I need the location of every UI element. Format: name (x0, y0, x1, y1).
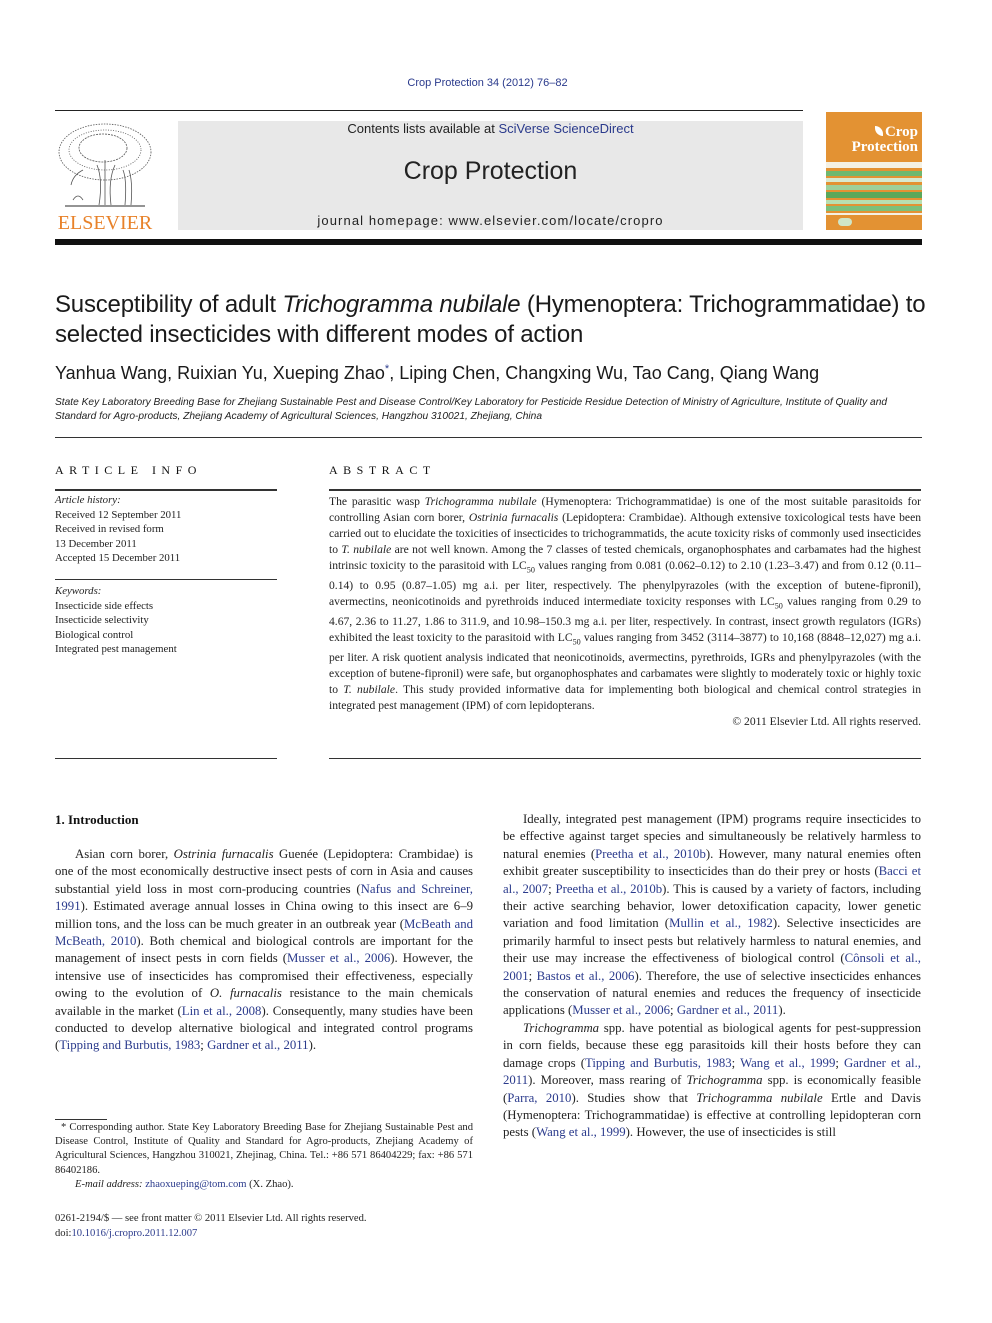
header-rule (55, 110, 803, 111)
abstract-text: The parasitic wasp Trichogramma nubilale… (329, 495, 922, 728)
cover-leaf-icon (874, 126, 883, 136)
article-history: Article history: Received 12 September 2… (55, 493, 277, 566)
author-list: Yanhua Wang, Ruixian Yu, Xueping Zhao*, … (55, 363, 820, 383)
cover-stripe (826, 162, 922, 168)
cover-stripe (826, 178, 922, 182)
citation-link[interactable]: Gardner et al., 2011 (207, 1038, 309, 1052)
doi-line: doi:10.1016/j.cropro.2011.12.007 (55, 1227, 198, 1239)
italic-term: Trichogramma nubilale (696, 1090, 823, 1105)
cover-stripe (826, 200, 922, 204)
keyword-item: Insecticide side effects (55, 599, 154, 612)
journal-name: Crop Protection (403, 157, 578, 185)
cover-stripe (826, 206, 922, 211)
history-item: Received 12 September 2011 (55, 508, 182, 521)
body-column-right: Ideally, integrated pest management (IPM… (503, 811, 921, 1142)
keywords: Keywords: Insecticide side effects Insec… (55, 584, 277, 657)
italic-term: Trichogramma (686, 1073, 763, 1088)
citation-link[interactable]: Tipping and Burbutis, 1983 (585, 1056, 732, 1070)
abstract-copyright: © 2011 Elsevier Ltd. All rights reserved… (732, 714, 921, 728)
citation-link[interactable]: Tipping and Burbutis, 1983 (59, 1038, 200, 1052)
footnote-rule (55, 1119, 107, 1120)
cover-stripe (826, 192, 922, 198)
keyword-item: Biological control (55, 628, 134, 641)
history-item: Received in revised form (55, 523, 164, 535)
citation-link[interactable]: Musser et al., 2006 (287, 951, 390, 965)
citation-link[interactable]: Wang et al., 1999 (740, 1056, 835, 1070)
citation-link[interactable]: Gardner et al., 2011 (677, 1003, 779, 1017)
author-affiliation: State Key Laboratory Breeding Base for Z… (55, 397, 888, 422)
text-run: ). However, the use of insecticides is s… (625, 1125, 836, 1140)
article-title: Susceptibility of adult Trichogramma nub… (55, 291, 926, 348)
text-run: ). (308, 1038, 317, 1053)
header-thick-rule (55, 239, 922, 245)
author-email-link[interactable]: zhaoxueping@tom.com (145, 1179, 246, 1190)
paragraph: Trichogramma spp. have potential as biol… (503, 1020, 921, 1142)
italic-term: Trichogramma (523, 1020, 600, 1035)
text-run: ; (731, 1055, 741, 1070)
front-matter: 0261-2194/$ — see front matter © 2011 El… (55, 1212, 475, 1241)
cover-stripe (826, 185, 922, 190)
cover-title: Crop Protection (851, 124, 918, 155)
abstract-heading: ABSTRACT (329, 463, 436, 477)
article-info-rule (55, 489, 277, 491)
text-run: ). (778, 1003, 786, 1018)
text-run: ). Moreover, mass rearing of (528, 1073, 687, 1088)
title-rule (55, 437, 922, 438)
body-column-left: Asian corn borer, Ostrinia furnacalis Gu… (55, 846, 473, 1055)
citation-link[interactable]: Wang et al., 1999 (536, 1125, 626, 1139)
contents-line: Contents lists available at SciVerse Sci… (178, 121, 803, 136)
history-item: Accepted 15 December 2011 (55, 552, 181, 564)
citation-link[interactable]: Bastos et al., 2006 (537, 969, 635, 983)
text-run: ; (528, 968, 537, 983)
abstract-rule (329, 489, 921, 491)
journal-homepage[interactable]: journal homepage: www.elsevier.com/locat… (178, 213, 803, 228)
keywords-rule (55, 579, 277, 580)
cover-stripe (826, 213, 922, 215)
sciencedirect-link[interactable]: SciVerse ScienceDirect (498, 121, 633, 136)
citation-link[interactable]: Musser et al., 2006 (572, 1003, 670, 1017)
article-info-heading: ARTICLE INFO (55, 463, 202, 477)
italic-term: O. furnacalis (209, 986, 282, 1001)
history-item: 13 December 2011 (55, 537, 137, 550)
corresponding-author-footnote: * Corresponding author. State Key Labora… (55, 1122, 473, 1190)
keyword-item: Integrated pest management (55, 643, 177, 655)
text-run: ; (670, 1003, 677, 1018)
cover-stripe (826, 171, 922, 176)
text-run: ; (835, 1055, 845, 1070)
journal-cover-image[interactable]: Crop Protection (826, 112, 922, 230)
text-run: Asian corn borer, (75, 847, 174, 861)
paragraph: Asian corn borer, Ostrinia furnacalis Gu… (55, 846, 473, 1055)
italic-term: Ostrinia furnacalis (173, 847, 274, 861)
journal-citation[interactable]: Crop Protection 34 (2012) 76–82 (0, 77, 975, 89)
issn-line: 0261-2194/$ — see front matter © 2011 El… (55, 1213, 367, 1224)
keyword-item: Insecticide selectivity (55, 614, 149, 626)
contents-prefix: Contents lists available at (347, 121, 499, 136)
citation-link[interactable]: Mullin et al., 1982 (669, 916, 773, 930)
paragraph: Ideally, integrated pest management (IPM… (503, 811, 921, 1020)
elsevier-wordmark[interactable]: ELSEVIER (53, 212, 157, 235)
citation-link[interactable]: Parra, 2010 (507, 1091, 571, 1105)
article-info-bottom-rule (55, 758, 277, 759)
citation-link[interactable]: Preetha et al., 2010b (555, 882, 662, 896)
abstract-bottom-rule (329, 758, 921, 759)
cover-society-logo-icon (838, 218, 852, 226)
citation-link[interactable]: Preetha et al., 2010b (595, 847, 706, 861)
section-heading-introduction: 1. Introduction (55, 812, 139, 827)
doi-link[interactable]: 10.1016/j.cropro.2011.12.007 (71, 1228, 197, 1239)
citation-link[interactable]: Lin et al., 2008 (182, 1004, 262, 1018)
text-run: ). Studies show that (571, 1090, 697, 1105)
